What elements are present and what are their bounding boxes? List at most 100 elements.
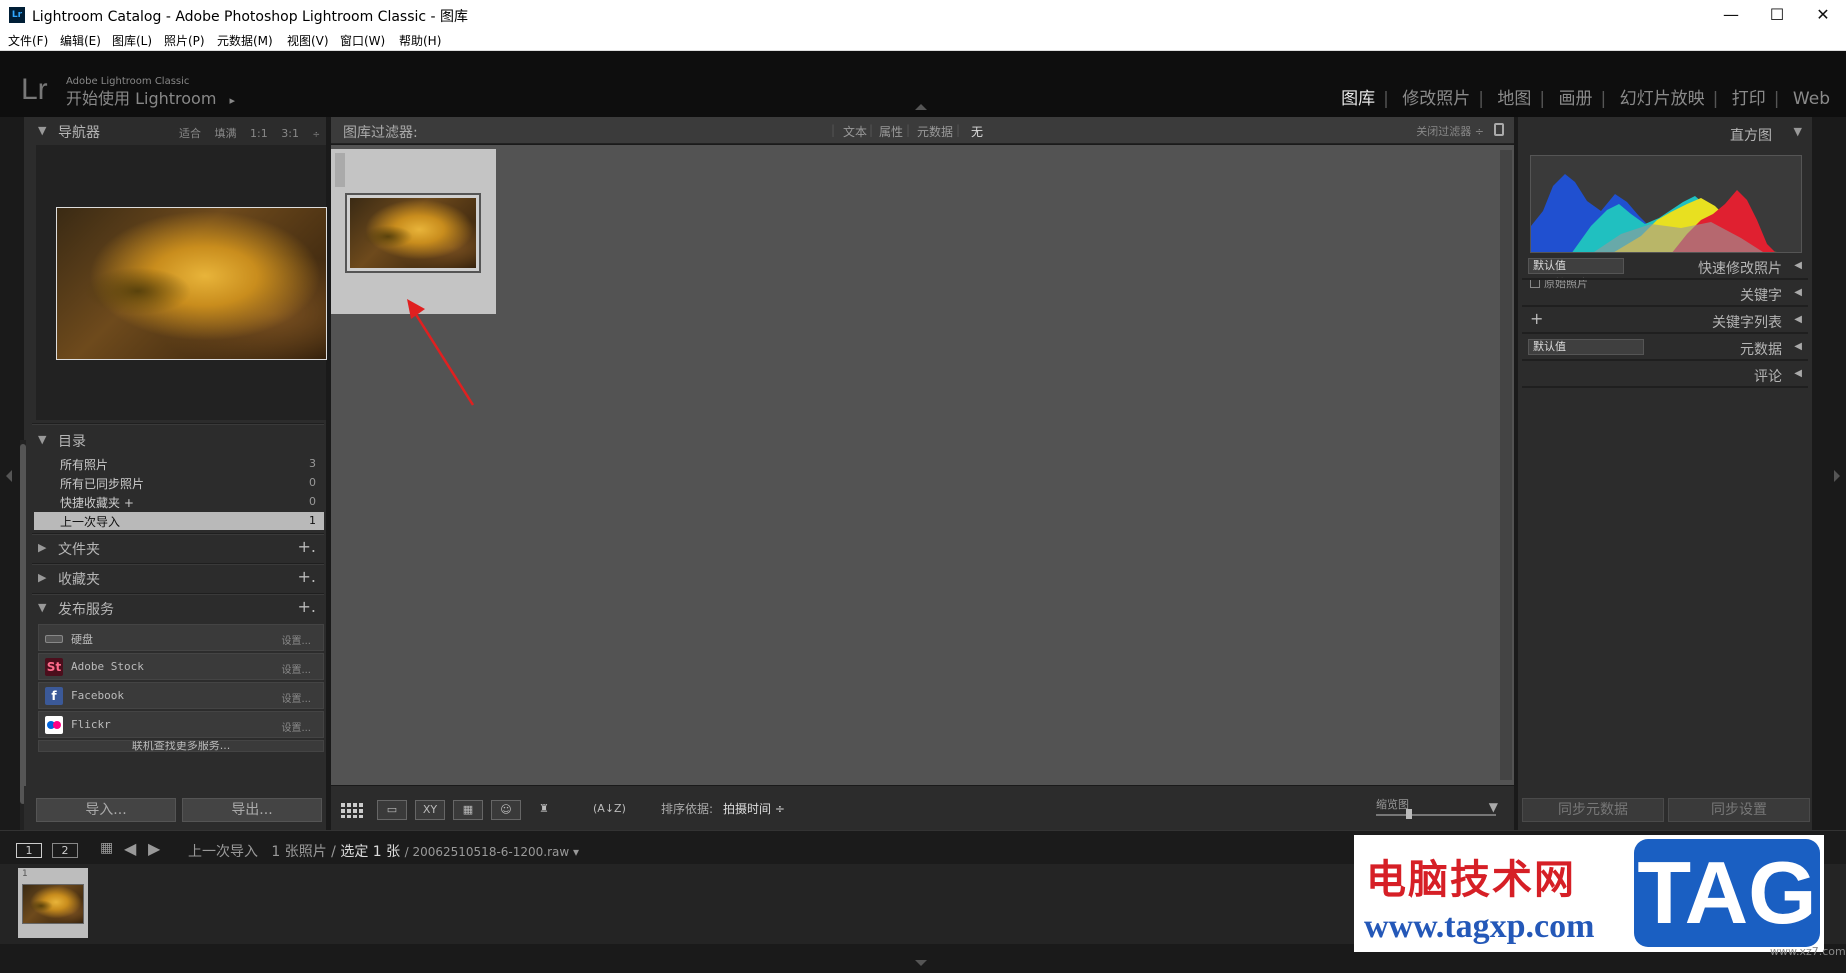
- comments-label: 评论: [1754, 369, 1782, 385]
- add-publish-service-icon[interactable]: +.: [298, 597, 317, 616]
- navigator-header[interactable]: ▼ 导航器 适合 填满 1:1 3:1 ÷: [24, 117, 326, 145]
- painter-icon[interactable]: ♜: [537, 800, 551, 820]
- filter-metadata[interactable]: 元数据: [917, 123, 953, 140]
- publish-service-adobe-stock[interactable]: St Adobe Stock 设置...: [38, 653, 324, 680]
- module-web[interactable]: Web: [1793, 89, 1830, 109]
- catalog-item-quick-collection[interactable]: 快捷收藏夹 + 0: [34, 493, 324, 511]
- metadata-header[interactable]: 默认值 元数据 ◀: [1522, 334, 1808, 361]
- collapse-triangle-icon[interactable]: ▼: [1794, 125, 1802, 138]
- publish-settings-link[interactable]: 设置...: [281, 661, 311, 676]
- module-map[interactable]: 地图: [1497, 89, 1531, 109]
- grid-mode-icon[interactable]: ▦: [100, 840, 113, 856]
- module-slideshow[interactable]: 幻灯片放映: [1620, 89, 1705, 109]
- hide-right-panel-arrow-icon[interactable]: [1834, 470, 1840, 482]
- folders-header[interactable]: ▶ 文件夹 +.: [24, 534, 326, 562]
- hide-left-panel-arrow-icon[interactable]: [6, 470, 12, 482]
- sync-settings-button[interactable]: 同步设置: [1668, 798, 1810, 822]
- import-button[interactable]: 导入...: [36, 798, 176, 822]
- filter-preset-select[interactable]: 关闭过滤器 ÷: [1416, 123, 1484, 139]
- maximize-button[interactable]: ☐: [1754, 0, 1800, 30]
- module-library[interactable]: 图库: [1341, 89, 1375, 109]
- publish-settings-link[interactable]: 设置...: [281, 719, 311, 734]
- menu-metadata[interactable]: 元数据(M): [217, 32, 273, 49]
- menu-help[interactable]: 帮助(H): [399, 32, 441, 49]
- publish-service-facebook[interactable]: f Facebook 设置...: [38, 682, 324, 709]
- menu-view[interactable]: 视图(V): [287, 32, 329, 49]
- catalog-header[interactable]: ▼ 目录: [24, 426, 326, 454]
- filmstrip-cell[interactable]: 1: [18, 868, 88, 938]
- zoom-stepper-icon[interactable]: ÷: [312, 130, 320, 140]
- toolbar-options-icon[interactable]: ▼: [1489, 800, 1498, 814]
- people-view-icon[interactable]: ☺: [491, 800, 521, 820]
- zoom-3-1[interactable]: 3:1: [281, 127, 299, 140]
- catalog-item-synced[interactable]: 所有已同步照片 0: [34, 474, 324, 492]
- module-print[interactable]: 打印: [1732, 89, 1766, 109]
- module-book[interactable]: 画册: [1559, 89, 1593, 109]
- menu-window[interactable]: 窗口(W): [340, 32, 385, 49]
- thumbnail-size-slider-knob[interactable]: [1406, 809, 1412, 819]
- grid-cell[interactable]: [331, 149, 496, 314]
- publish-services-header[interactable]: ▼ 发布服务 +.: [24, 594, 326, 622]
- publish-settings-link[interactable]: 设置...: [281, 632, 311, 647]
- metadata-preset-select[interactable]: 默认值: [1528, 339, 1644, 355]
- quick-develop-header[interactable]: 默认值 快速修改照片 ◀: [1522, 253, 1808, 280]
- publish-settings-link[interactable]: 设置...: [281, 690, 311, 705]
- module-develop[interactable]: 修改照片: [1402, 89, 1470, 109]
- sync-metadata-button[interactable]: 同步元数据: [1522, 798, 1664, 822]
- collapse-triangle-icon: ▼: [38, 433, 47, 446]
- grid-scrollbar[interactable]: [1500, 150, 1512, 780]
- zoom-fit[interactable]: 适合: [179, 127, 201, 140]
- watermark-site: www.xz7.com: [1770, 945, 1846, 958]
- compare-view-icon[interactable]: XY: [415, 800, 445, 820]
- histogram-label[interactable]: 直方图: [1730, 125, 1772, 145]
- back-arrow-icon[interactable]: ◀: [124, 839, 136, 858]
- sort-label: 排序依据:: [661, 802, 714, 816]
- grid-view[interactable]: [331, 145, 1514, 785]
- loupe-view-icon[interactable]: ▭: [377, 800, 407, 820]
- collections-header[interactable]: ▶ 收藏夹 +.: [24, 564, 326, 592]
- catalog-item-previous-import[interactable]: 上一次导入 1: [34, 512, 324, 530]
- keywording-header[interactable]: 关键字 ◀: [1522, 280, 1808, 307]
- identity-plate[interactable]: 开始使用 Lightroom ▸: [66, 85, 235, 109]
- filter-text[interactable]: 文本: [843, 123, 867, 140]
- lock-icon[interactable]: [1494, 123, 1504, 136]
- primary-window-button[interactable]: 1: [16, 843, 42, 858]
- find-more-services[interactable]: 联机查找更多服务...: [38, 740, 324, 752]
- filter-none[interactable]: 无: [971, 123, 983, 140]
- quick-develop-preset-select[interactable]: 默认值: [1528, 258, 1624, 274]
- forward-arrow-icon[interactable]: ▶: [148, 839, 160, 858]
- navigator-photo[interactable]: [56, 207, 327, 360]
- add-collection-icon[interactable]: +.: [298, 567, 317, 586]
- close-button[interactable]: ✕: [1800, 0, 1846, 30]
- comments-header[interactable]: 评论 ◀: [1522, 361, 1808, 388]
- filmstrip-source[interactable]: 上一次导入 1 张照片 / 选定 1 张 / 20062510518-6-120…: [188, 841, 579, 861]
- minimize-button[interactable]: —: [1708, 0, 1754, 30]
- menu-file[interactable]: 文件(F): [8, 32, 48, 49]
- sort-direction-icon[interactable]: (A↓Z): [593, 800, 626, 820]
- survey-view-icon[interactable]: ▦: [453, 800, 483, 820]
- catalog-item-all-photos[interactable]: 所有照片 3: [34, 455, 324, 473]
- publish-service-hard-drive[interactable]: 硬盘 设置...: [38, 624, 324, 651]
- export-button[interactable]: 导出...: [182, 798, 322, 822]
- hide-top-panel-arrow-icon[interactable]: [915, 104, 927, 110]
- menu-library[interactable]: 图库(L): [112, 32, 152, 49]
- filmstrip-thumbnail[interactable]: [22, 884, 84, 924]
- publish-service-flickr[interactable]: Flickr 设置...: [38, 711, 324, 738]
- thumbnail-size-slider[interactable]: [1376, 814, 1496, 816]
- zoom-1-1[interactable]: 1:1: [250, 127, 268, 140]
- navigator-preview[interactable]: [36, 145, 327, 420]
- sort-select[interactable]: 拍摄时间 ÷: [723, 800, 785, 817]
- secondary-window-button[interactable]: 2: [52, 843, 78, 858]
- zoom-fill[interactable]: 填满: [215, 127, 237, 140]
- filter-attribute[interactable]: 属性: [879, 123, 903, 140]
- menu-photo[interactable]: 照片(P): [164, 32, 205, 49]
- left-panel-scrollbar[interactable]: [20, 440, 26, 830]
- grid-thumbnail[interactable]: [345, 193, 481, 273]
- menu-edit[interactable]: 编辑(E): [60, 32, 101, 49]
- hide-filmstrip-arrow-icon[interactable]: [915, 960, 927, 966]
- add-keyword-icon[interactable]: +: [1530, 309, 1543, 328]
- keyword-list-header[interactable]: + 关键字列表 ◀: [1522, 307, 1808, 334]
- grid-view-icon[interactable]: [339, 800, 369, 820]
- add-folder-icon[interactable]: +.: [298, 537, 317, 556]
- left-panel: ▼ 导航器 适合 填满 1:1 3:1 ÷ ▼ 目录 所有照片 3 所有已同步照…: [24, 117, 327, 829]
